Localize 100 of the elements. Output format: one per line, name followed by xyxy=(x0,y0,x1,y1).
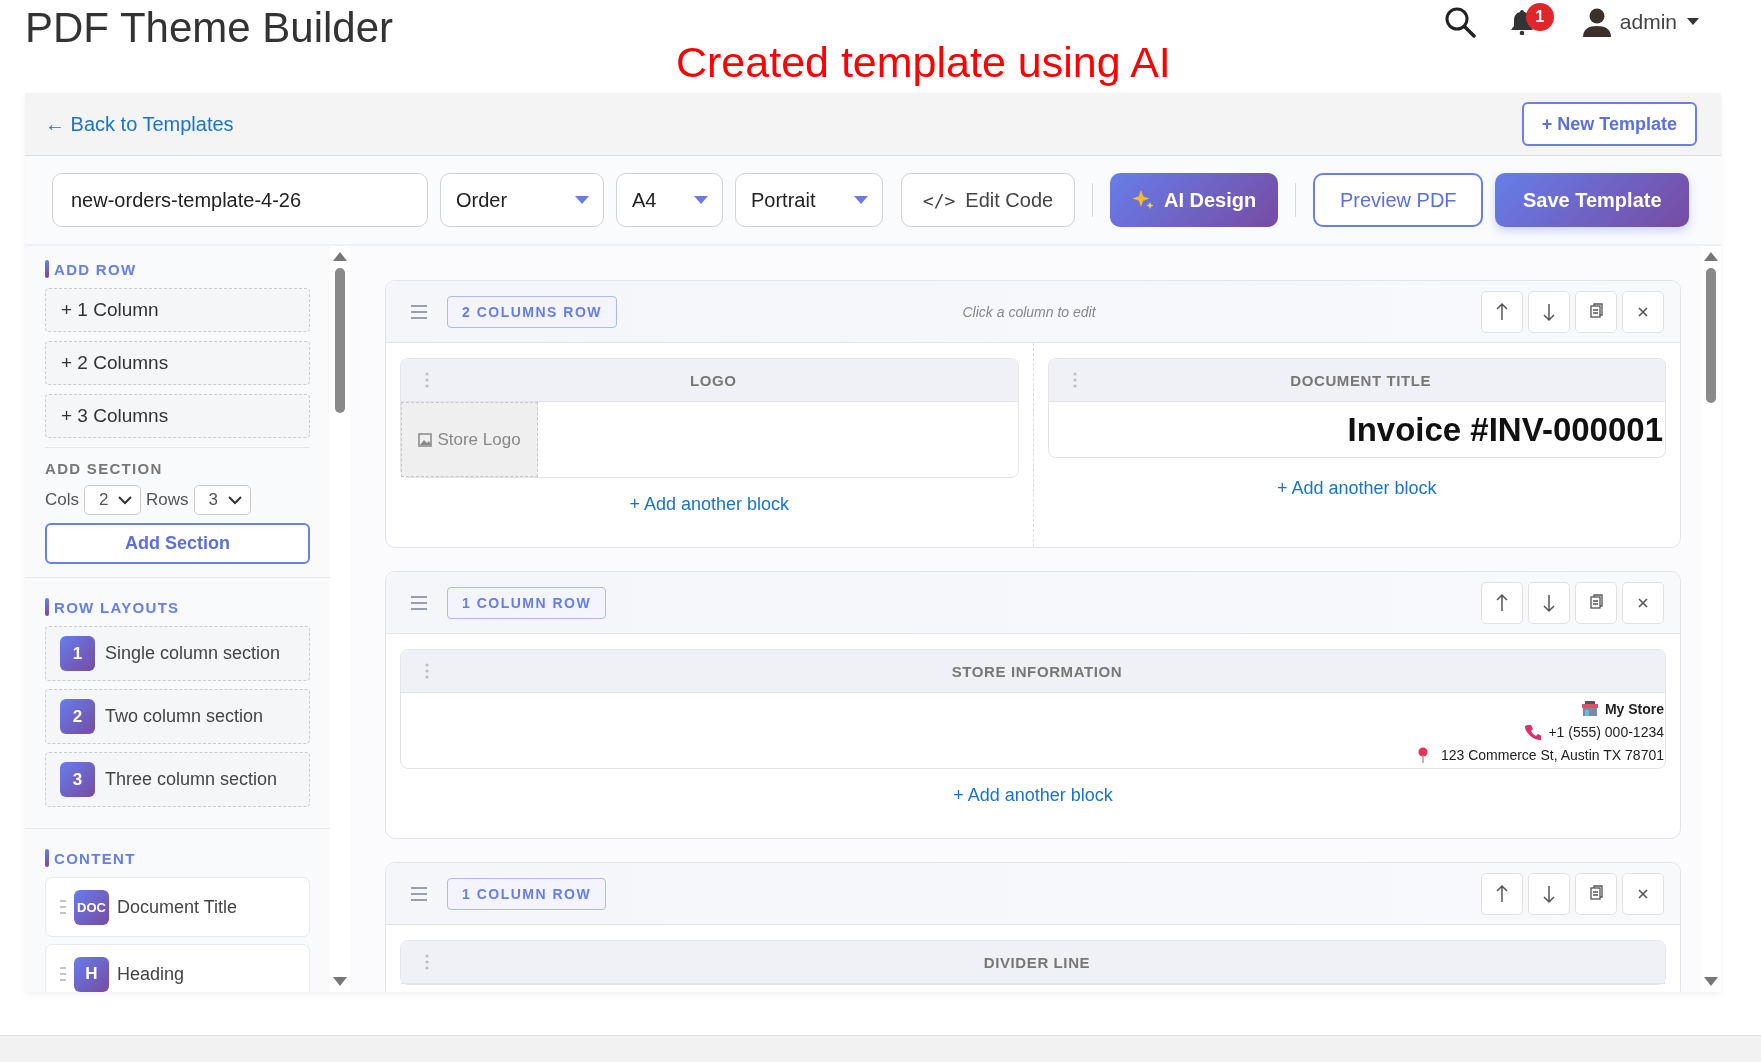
section-heading: ROW LAYOUTS xyxy=(54,598,180,616)
save-template-button[interactable]: Save Template xyxy=(1495,173,1690,227)
layout-item[interactable]: 3 Three column section xyxy=(45,752,310,807)
annotation-text: Created template using AI xyxy=(676,38,1171,87)
field-label: Rows xyxy=(146,490,189,510)
image-icon xyxy=(418,432,433,447)
layout-item[interactable]: 1 Single column section xyxy=(45,626,310,681)
type-select[interactable]: Order xyxy=(440,173,604,227)
duplicate-button[interactable] xyxy=(1575,581,1617,624)
move-up-button[interactable] xyxy=(1481,872,1523,915)
badge: 3 xyxy=(60,762,95,797)
badge: 2 xyxy=(60,699,95,734)
back-link[interactable]: ← Back to Templates xyxy=(45,112,234,136)
layout-item[interactable]: 2 Two column section xyxy=(45,689,310,744)
block-title: LOGO xyxy=(688,371,738,389)
item-label: Two column section xyxy=(105,706,264,727)
sparkle-icon xyxy=(1132,189,1154,211)
add-block-link[interactable]: + Add another block xyxy=(400,478,1019,533)
drag-handle-icon[interactable] xyxy=(411,886,427,901)
block-title: STORE INFORMATION xyxy=(950,662,1124,680)
document-title: Invoice #INV-000001 xyxy=(1347,410,1663,449)
drag-handle-icon xyxy=(425,954,429,970)
user-name: admin xyxy=(1619,10,1677,34)
delete-button[interactable] xyxy=(1622,290,1664,333)
delete-button[interactable] xyxy=(1622,581,1664,624)
move-down-button[interactable] xyxy=(1528,581,1570,624)
badge: 1 xyxy=(60,636,95,671)
cols-select[interactable]: 2 xyxy=(84,485,141,515)
dropdown-caret-icon xyxy=(694,195,708,205)
move-down-button[interactable] xyxy=(1528,872,1570,915)
content-block[interactable]: DOCUMENT TITLE Invoice #INV-000001 xyxy=(1047,358,1666,458)
grip-icon xyxy=(60,900,66,914)
add-section-button[interactable]: Add Section xyxy=(45,523,310,564)
dropdown-caret-icon xyxy=(854,195,868,205)
delete-button[interactable] xyxy=(1622,872,1664,915)
block-title: DOCUMENT TITLE xyxy=(1289,371,1433,389)
item-label: Three column section xyxy=(105,769,278,790)
badge: DOC xyxy=(74,889,109,925)
add-row-item[interactable]: + 2 Columns xyxy=(45,341,310,385)
orientation-select[interactable]: Portrait xyxy=(735,173,883,227)
user-icon[interactable] xyxy=(1581,7,1612,37)
duplicate-button[interactable] xyxy=(1575,290,1617,333)
preview-pdf-button[interactable]: Preview PDF xyxy=(1313,173,1484,227)
drag-handle-icon[interactable] xyxy=(411,595,427,610)
drag-handle-icon xyxy=(1072,372,1077,388)
add-block-link[interactable]: + Add another block xyxy=(1047,458,1666,517)
move-down-button[interactable] xyxy=(1528,290,1570,333)
drag-handle-icon xyxy=(425,663,429,679)
field-label: Cols xyxy=(45,490,79,510)
arrow-down-icon xyxy=(1541,301,1557,322)
item-label: Document Title xyxy=(117,896,238,918)
new-template-button[interactable]: + New Template xyxy=(1521,102,1697,146)
section-heading: ADD ROW xyxy=(54,260,137,278)
arrow-down-icon xyxy=(1541,883,1557,904)
logo-placeholder-text: Store Logo xyxy=(437,429,521,450)
duplicate-button[interactable] xyxy=(1575,872,1617,915)
search-icon[interactable] xyxy=(1443,6,1476,38)
hint-text: Click a column to edit xyxy=(961,303,1097,320)
app-title: PDF Theme Builder xyxy=(25,4,394,52)
store-detail: +1 (555) 000-1234 xyxy=(1548,723,1664,740)
content-item[interactable]: H Heading xyxy=(45,944,310,992)
section-heading: ADD SECTION xyxy=(45,460,164,477)
size-select[interactable]: A4 xyxy=(616,173,723,227)
template-name-field[interactable]: new-orders-template-4-26 xyxy=(52,173,428,227)
arrow-up-icon xyxy=(1494,592,1510,613)
ai-design-button[interactable]: AI Design xyxy=(1110,173,1279,227)
caret-icon xyxy=(1687,18,1699,26)
arrow-up-icon xyxy=(1494,301,1510,322)
section-heading: CONTENT xyxy=(54,849,136,867)
move-up-button[interactable] xyxy=(1481,290,1523,333)
store-icon xyxy=(1581,700,1598,717)
phone-icon xyxy=(1525,723,1542,740)
item-label: Single column section xyxy=(105,643,281,664)
drag-handle-icon xyxy=(425,372,429,388)
item-label: Heading xyxy=(117,963,185,985)
content-item[interactable]: DOC Document Title xyxy=(45,877,310,937)
notification-badge: 1 xyxy=(1525,3,1554,31)
user-menu[interactable]: admin xyxy=(1619,10,1699,34)
drag-handle-icon[interactable] xyxy=(411,304,427,319)
arrow-down-icon xyxy=(1541,592,1557,613)
store-detail: 123 Commerce St, Austin TX 78701 xyxy=(1440,746,1664,763)
row-type-tag: 2 COLUMNS ROW xyxy=(447,295,618,328)
content-block[interactable]: LOGO Store Logo xyxy=(400,358,1019,478)
block-title: DIVIDER LINE xyxy=(982,953,1092,971)
content-block[interactable]: DIVIDER LINE xyxy=(400,940,1666,985)
chevron-icon xyxy=(227,495,242,505)
add-row-item[interactable]: + 1 Column xyxy=(45,288,310,332)
add-row-item[interactable]: + 3 Columns xyxy=(45,394,310,438)
arrow-up-icon xyxy=(1494,883,1510,904)
add-block-link[interactable]: + Add another block xyxy=(400,769,1666,824)
chevron-icon xyxy=(118,495,132,505)
grip-icon xyxy=(60,967,66,981)
move-up-button[interactable] xyxy=(1481,581,1523,624)
rows-select[interactable]: 3 xyxy=(193,485,251,515)
store-name: My Store xyxy=(1604,700,1664,717)
dropdown-caret-icon xyxy=(575,195,589,205)
row-type-tag: 1 COLUMN ROW xyxy=(447,877,607,910)
edit-code-button[interactable]: </> Edit Code xyxy=(901,173,1075,227)
badge: H xyxy=(74,956,109,992)
content-block[interactable]: STORE INFORMATION My Store +1 (555) 000-1234 123 Commerce St, Austin TX 78701 xyxy=(400,649,1666,769)
